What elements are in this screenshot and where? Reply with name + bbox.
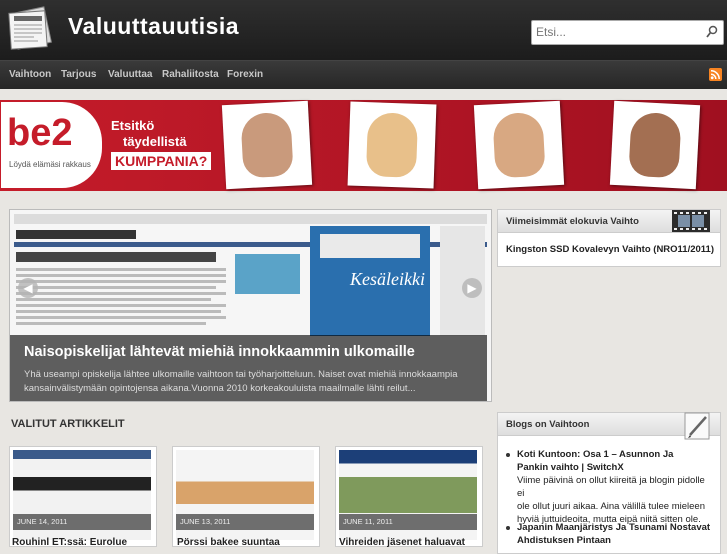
article-date: JUNE 14, 2011	[13, 514, 151, 530]
face-image	[492, 111, 546, 179]
banner-headline-line2: täydellistä	[123, 134, 187, 149]
featured-slider[interactable]: Kesäleikki ◀ ▶ Naisopiskelijat lähtevät …	[9, 209, 492, 402]
note-pencil-icon	[684, 412, 710, 440]
banner-headline-line1: Etsitkö	[111, 118, 155, 133]
banner-photo	[347, 101, 437, 189]
widget-title: Viimeisimmät elokuvia Vaihto	[506, 216, 639, 227]
widget-header: Viimeisimmät elokuvia Vaihto	[498, 210, 720, 233]
article-title[interactable]: Vihreiden jäsenet haluavat	[339, 537, 465, 548]
nav-item-rahaliitosta[interactable]: Rahaliitosta	[162, 69, 219, 80]
bullet	[506, 526, 510, 530]
blogs-widget: Blogs on Vaihtoon Koti Kuntoon: Osa 1 – …	[497, 412, 721, 554]
search-box[interactable]	[531, 20, 724, 45]
film-reel-icon	[672, 210, 710, 232]
banner-headline-line3: KUMPPANIA?	[111, 152, 212, 170]
main-nav: Vaihtoon Tarjous Valuuttaa Rahaliitosta …	[0, 60, 727, 89]
excerpt-line: Viime päivinä on ollut kiireitä ja blogi…	[517, 475, 705, 499]
search-input[interactable]	[536, 23, 696, 41]
excerpt-line: ole ollut juuri aikaa. Aina välillä tule…	[517, 501, 706, 512]
header-bar: Valuuttauutisia	[0, 0, 727, 60]
blog-post-title-line[interactable]: Japanin Maanjäristys Ja Tsunami Nostavat	[517, 521, 710, 534]
site-title[interactable]: Valuuttauutisia	[68, 13, 239, 40]
blog-post-excerpt: Viime päivinä on ollut kiireitä ja blogi…	[517, 474, 711, 526]
blog-post-title-line[interactable]: Koti Kuntoon: Osa 1 – Asunnon Ja	[517, 448, 673, 461]
blog-post: Koti Kuntoon: Osa 1 – Asunnon Ja Pankin …	[506, 448, 711, 525]
face-image	[365, 112, 419, 178]
banner-ad[interactable]: be2 Löydä elämäsi rakkaus Etsitkö täydel…	[0, 100, 727, 191]
blog-post-title[interactable]: Japanin Maanjäristys Ja Tsunami Nostavat…	[517, 521, 710, 547]
slide-excerpt: Yhä useampi opiskelija lähtee ulkomaille…	[24, 369, 458, 394]
video-link[interactable]: Kingston SSD Kovalevyn Vaihto (NRO11/201…	[506, 244, 714, 255]
article-date: JUNE 11, 2011	[339, 514, 477, 530]
arrow-right-icon[interactable]: ▶	[462, 278, 482, 298]
nav-item-vaihtoon[interactable]: Vaihtoon	[9, 69, 51, 80]
slide-caption: Naisopiskelijat lähtevät miehiä innokkaa…	[10, 335, 487, 401]
blog-post: Japanin Maanjäristys Ja Tsunami Nostavat…	[506, 521, 711, 551]
featured-heading: VALITUT ARTIKKELIT	[11, 418, 125, 430]
nav-item-tarjous[interactable]: Tarjous	[61, 69, 96, 80]
slide-title[interactable]: Naisopiskelijat lähtevät miehiä innokkaa…	[24, 344, 415, 360]
banner-photo	[221, 100, 313, 190]
article-title[interactable]: Pörssi bakee suuntaa	[177, 537, 280, 548]
face-image	[240, 111, 294, 179]
featured-article[interactable]: JUNE 11, 2011	[335, 446, 483, 547]
banner-logo: be2 Löydä elämäsi rakkaus	[1, 102, 102, 188]
banner-photo	[609, 100, 701, 190]
search-icon[interactable]	[706, 25, 718, 39]
face-image	[628, 111, 682, 179]
nav-item-forexin[interactable]: Forexin	[227, 69, 263, 80]
widget-header: Blogs on Vaihtoon	[498, 412, 720, 440]
featured-article[interactable]: JUNE 13, 2011	[172, 446, 320, 547]
banner-slogan: Löydä elämäsi rakkaus	[9, 160, 91, 169]
blog-post-title-line[interactable]: Pankin vaihto | SwitchX	[517, 461, 673, 474]
banner-photo	[473, 100, 565, 190]
svg-text:Kesäleikki: Kesäleikki	[349, 269, 425, 289]
article-date: JUNE 13, 2011	[176, 514, 314, 530]
latest-videos-widget: Viimeisimmät elokuvia Vaihto Kingston SS…	[497, 209, 721, 267]
blog-post-title-line[interactable]: Ahdistuksen Pintaan	[517, 534, 710, 547]
article-title[interactable]: Rouhinl ET:ssä: Eurolue	[12, 537, 127, 548]
nav-item-valuuttaa[interactable]: Valuuttaa	[108, 69, 152, 80]
bullet	[506, 453, 510, 457]
banner-brand: be2	[7, 112, 73, 154]
widget-title: Blogs on Vaihtoon	[506, 419, 590, 430]
featured-article[interactable]: JUNE 14, 2011	[9, 446, 157, 547]
arrow-left-icon[interactable]: ◀	[18, 278, 38, 298]
rss-icon[interactable]	[709, 68, 722, 81]
newspaper-icon[interactable]	[4, 6, 56, 52]
blog-post-title[interactable]: Koti Kuntoon: Osa 1 – Asunnon Ja Pankin …	[517, 448, 673, 474]
